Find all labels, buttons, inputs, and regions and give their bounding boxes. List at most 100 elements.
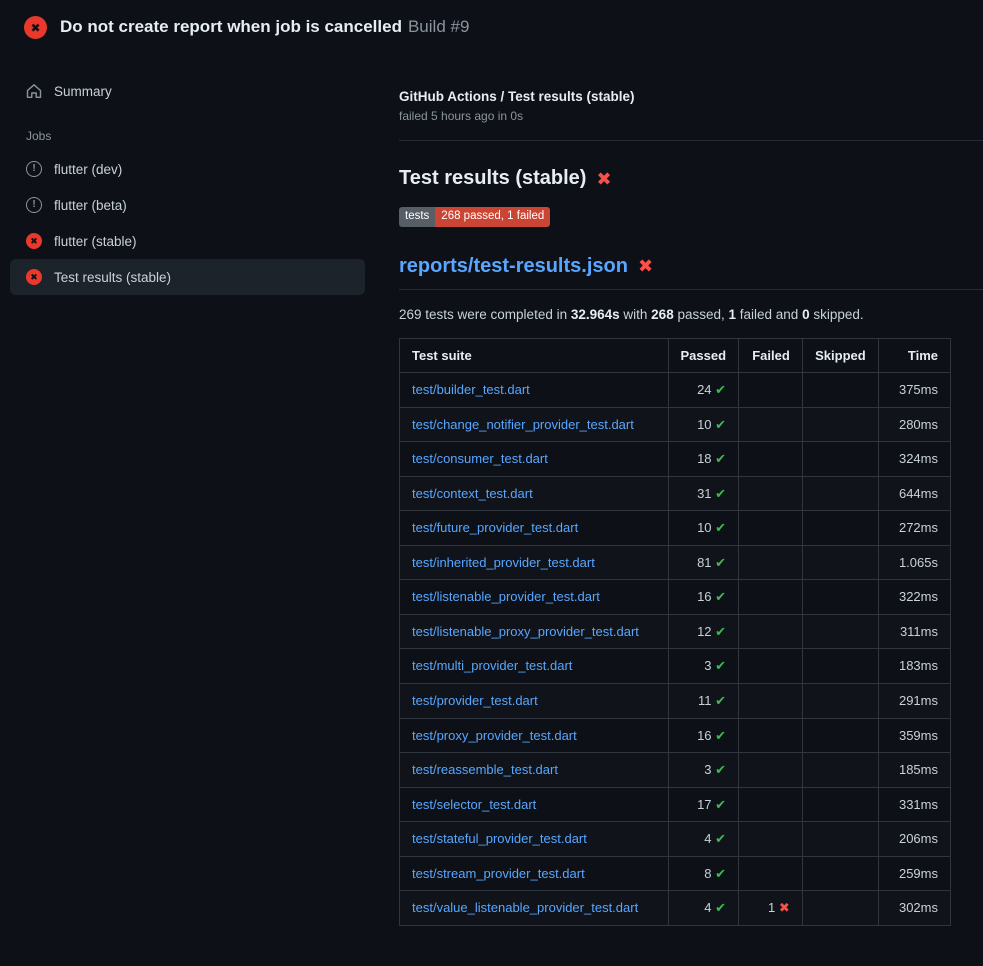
test-suite-link[interactable]: test/listenable_proxy_provider_test.dart	[412, 624, 639, 639]
count: 18	[697, 451, 715, 466]
sidebar-item-label: Summary	[54, 84, 112, 99]
test-suite-link[interactable]: test/inherited_provider_test.dart	[412, 555, 595, 570]
sidebar-item-test-results-stable[interactable]: ✖ Test results (stable)	[10, 259, 365, 295]
check-icon: ✔	[715, 486, 726, 501]
sidebar-item-flutter-beta[interactable]: ! flutter (beta)	[10, 187, 365, 223]
test-suite-cell: test/listenable_proxy_provider_test.dart	[400, 614, 669, 649]
time-cell: 302ms	[878, 891, 950, 926]
count: 31	[697, 486, 715, 501]
test-suite-cell: test/listenable_provider_test.dart	[400, 580, 669, 615]
test-suite-link[interactable]: test/stream_provider_test.dart	[412, 866, 585, 881]
sidebar-item-flutter-stable[interactable]: ✖ flutter (stable)	[10, 223, 365, 259]
test-suite-link[interactable]: test/listenable_provider_test.dart	[412, 589, 600, 604]
section-heading: Test results (stable) ✖	[399, 167, 951, 190]
table-row: test/listenable_provider_test.dart16 ✔32…	[400, 580, 951, 615]
passed-cell: 8 ✔	[668, 856, 739, 891]
run-status: failed 5 hours ago in 0s	[399, 109, 951, 123]
build-number: Build #9	[408, 17, 469, 36]
count: 17	[697, 797, 715, 812]
test-suite-link[interactable]: test/builder_test.dart	[412, 382, 530, 397]
sidebar-item-label: Test results (stable)	[54, 270, 171, 285]
skipped-cell	[802, 511, 878, 546]
time-cell: 183ms	[878, 649, 950, 684]
skipped-cell	[802, 614, 878, 649]
passed-cell: 3 ✔	[668, 753, 739, 788]
count: 24	[697, 382, 715, 397]
count: 3	[704, 658, 715, 673]
passed-cell: 81 ✔	[668, 545, 739, 580]
sidebar-item-flutter-dev[interactable]: ! flutter (dev)	[10, 151, 365, 187]
skipped-cell	[802, 649, 878, 684]
passed-cell: 12 ✔	[668, 614, 739, 649]
count: 10	[697, 520, 715, 535]
test-suite-link[interactable]: test/change_notifier_provider_test.dart	[412, 417, 634, 432]
col-header-passed: Passed	[668, 338, 739, 373]
count: 3	[704, 762, 715, 777]
passed-cell: 16 ✔	[668, 718, 739, 753]
count: 1	[768, 900, 779, 915]
test-suite-cell: test/selector_test.dart	[400, 787, 669, 822]
test-suite-link[interactable]: test/provider_test.dart	[412, 693, 538, 708]
check-icon: ✔	[715, 728, 726, 743]
summary-text: with	[620, 307, 652, 322]
test-suite-link[interactable]: test/stateful_provider_test.dart	[412, 831, 587, 846]
table-row: test/stream_provider_test.dart 8 ✔ 259ms	[400, 856, 951, 891]
time-cell: 359ms	[878, 718, 950, 753]
passed-cell: 31 ✔	[668, 476, 739, 511]
passed-cell: 16 ✔	[668, 580, 739, 615]
report-link[interactable]: reports/test-results.json	[399, 255, 628, 278]
count: 4	[704, 900, 715, 915]
failed-cell	[739, 718, 803, 753]
test-suite-link[interactable]: test/future_provider_test.dart	[412, 520, 578, 535]
check-icon: ✔	[715, 797, 726, 812]
table-row: test/reassemble_test.dart 3 ✔ 185ms	[400, 753, 951, 788]
x-icon: ✖	[638, 257, 653, 275]
time-cell: 185ms	[878, 753, 950, 788]
failed-cell	[739, 442, 803, 477]
passed-cell: 4 ✔	[668, 891, 739, 926]
table-row: test/builder_test.dart24 ✔375ms	[400, 373, 951, 408]
table-row: test/change_notifier_provider_test.dart1…	[400, 407, 951, 442]
table-row: test/multi_provider_test.dart 3 ✔ 183ms	[400, 649, 951, 684]
summary-text: passed,	[674, 307, 729, 322]
col-header-failed: Failed	[739, 338, 803, 373]
sidebar-item-summary[interactable]: Summary	[10, 73, 365, 109]
skipped-cell	[802, 580, 878, 615]
table-row: test/stateful_provider_test.dart4 ✔206ms	[400, 822, 951, 857]
test-suite-link[interactable]: test/multi_provider_test.dart	[412, 658, 572, 673]
test-suite-link[interactable]: test/selector_test.dart	[412, 797, 536, 812]
table-row: test/consumer_test.dart18 ✔324ms	[400, 442, 951, 477]
test-suite-link[interactable]: test/value_listenable_provider_test.dart	[412, 900, 638, 915]
skipped-cell	[802, 891, 878, 926]
tests-badge: tests 268 passed, 1 failed	[399, 207, 550, 227]
passed-cell: 10 ✔	[668, 511, 739, 546]
passed-cell: 11 ✔	[668, 683, 739, 718]
test-suite-link[interactable]: test/proxy_provider_test.dart	[412, 728, 577, 743]
skipped-cell	[802, 545, 878, 580]
col-header-test-suite: Test suite	[400, 338, 669, 373]
failed-cell	[739, 580, 803, 615]
skipped-cell	[802, 856, 878, 891]
summary-text: skipped.	[810, 307, 864, 322]
summary-text: 269 tests were completed in	[399, 307, 571, 322]
check-icon: ✔	[715, 658, 726, 673]
time-cell: 259ms	[878, 856, 950, 891]
count: 8	[704, 866, 715, 881]
run-header: ✖ Do not create report when job is cance…	[0, 0, 983, 51]
test-suite-cell: test/provider_test.dart	[400, 683, 669, 718]
test-suite-cell: test/change_notifier_provider_test.dart	[400, 407, 669, 442]
test-suite-link[interactable]: test/reassemble_test.dart	[412, 762, 558, 777]
home-icon	[26, 83, 42, 99]
skipped-cell	[802, 407, 878, 442]
skipped-cell	[802, 442, 878, 477]
divider	[399, 140, 983, 141]
test-suite-link[interactable]: test/consumer_test.dart	[412, 451, 548, 466]
time-cell: 324ms	[878, 442, 950, 477]
summary-failed-count: 1	[729, 307, 737, 322]
skipped-cell	[802, 373, 878, 408]
test-suite-cell: test/multi_provider_test.dart	[400, 649, 669, 684]
test-suite-cell: test/proxy_provider_test.dart	[400, 718, 669, 753]
check-icon: ✔	[715, 900, 726, 915]
check-icon: ✔	[715, 831, 726, 846]
test-suite-link[interactable]: test/context_test.dart	[412, 486, 533, 501]
